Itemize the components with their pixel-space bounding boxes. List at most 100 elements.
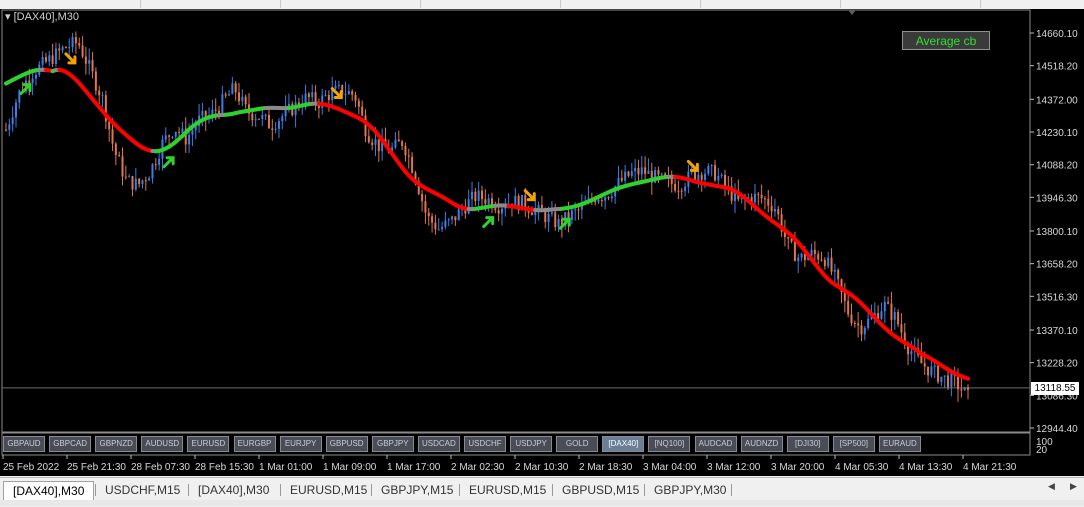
candle-body (131, 176, 133, 189)
price-axis-label: 14230.10 (1036, 128, 1078, 139)
candle-body (714, 165, 716, 180)
symbol-button[interactable]: USDCAD (418, 436, 460, 452)
candle-body (880, 311, 882, 319)
candle-body (48, 55, 50, 61)
candle-body (361, 107, 363, 116)
candle-body (408, 155, 410, 156)
chart-tab[interactable]: GBPUSD,M15 (553, 481, 648, 499)
candle-body (627, 172, 629, 176)
time-axis-label: 25 Feb 21:30 (67, 462, 126, 473)
sell-arrow-icon (525, 191, 534, 200)
candle-body (448, 219, 450, 220)
current-price-tag: 13118.55 (1031, 382, 1079, 395)
symbol-button[interactable]: [DAX40] (602, 436, 644, 452)
horizontal-scrollbar[interactable] (0, 500, 1084, 506)
price-axis-label: 13228.20 (1036, 359, 1078, 370)
price-axis-label: 12944.40 (1036, 424, 1078, 435)
symbol-button[interactable]: [DJI30] (787, 436, 829, 452)
time-axis-label: 2 Mar 10:30 (515, 462, 569, 473)
candle-body (308, 94, 310, 97)
tab-scroll-right-icon[interactable]: ▶ (1070, 482, 1077, 492)
symbol-button[interactable]: AUDUSD (141, 436, 183, 452)
symbol-button[interactable]: GBPCAD (49, 436, 91, 452)
candle-body (218, 111, 220, 113)
symbol-button[interactable]: AUDNZD (741, 436, 783, 452)
symbol-button[interactable]: EURAUD (879, 436, 921, 452)
chart-window[interactable]: 14660.1014518.2014372.0014230.1014088.20… (0, 9, 1084, 476)
symbol-button[interactable]: GBPUSD (326, 436, 368, 452)
candle-body (548, 214, 550, 222)
symbol-button[interactable]: [NQ100] (648, 436, 690, 452)
price-axis-label: 13516.30 (1036, 292, 1078, 303)
candle-body (944, 375, 946, 376)
candle-body (551, 212, 553, 213)
chart-tab[interactable]: EURUSD,M15 (281, 481, 376, 499)
candle-body (787, 237, 789, 239)
time-axis-label: 28 Feb 15:30 (195, 462, 254, 473)
price-axis-label: 14518.20 (1036, 62, 1078, 73)
candle-body (231, 83, 233, 94)
candle-body (777, 209, 779, 214)
price-chart[interactable]: 14660.1014518.2014372.0014230.1014088.20… (0, 9, 1084, 476)
candle-body (607, 197, 609, 198)
symbol-button[interactable]: EURJPY (280, 436, 322, 452)
candle-body (661, 174, 663, 175)
tab-separator (95, 484, 96, 496)
time-axis-label: 1 Mar 17:00 (387, 462, 441, 473)
candle-body (701, 175, 703, 180)
symbol-button[interactable]: EURUSD (187, 436, 229, 452)
candle-body (371, 142, 373, 144)
candle-body (957, 376, 959, 389)
sell-arrow-icon (66, 54, 75, 63)
price-axis-label: 14088.20 (1036, 161, 1078, 172)
candle-body (924, 363, 926, 366)
tab-separator (280, 484, 281, 496)
candle-body (261, 115, 263, 119)
time-axis-label: 3 Mar 12:00 (707, 462, 761, 473)
candle-body (148, 178, 150, 180)
candle-body (128, 176, 130, 177)
candle-body (201, 111, 203, 116)
candle-body (275, 129, 277, 130)
candle-body (165, 135, 167, 139)
sell-arrow-icon (688, 161, 697, 170)
chart-tab[interactable]: GBPJPY,M15 (372, 481, 462, 499)
symbol-button[interactable]: USDJPY (510, 436, 552, 452)
candle-body (474, 192, 476, 201)
candle-body (58, 48, 60, 50)
chart-tab[interactable]: [DAX40],M30 (189, 481, 278, 499)
candle-body (181, 129, 183, 133)
chart-tab[interactable]: [DAX40],M30 (3, 481, 94, 500)
symbol-button[interactable]: EURGBP (234, 436, 276, 452)
candle-body (484, 199, 486, 204)
tab-scroll-left-icon[interactable]: ◀ (1048, 482, 1055, 492)
candle-body (494, 208, 496, 210)
average-cb-button[interactable]: Average cb (902, 31, 990, 50)
candle-body (764, 198, 766, 199)
candle-body (78, 43, 80, 45)
buy-arrow-icon (164, 158, 173, 167)
candle-body (32, 79, 34, 83)
time-axis-label: 3 Mar 04:00 (643, 462, 697, 473)
symbol-button[interactable]: GOLD (556, 436, 598, 452)
time-axis-label: 4 Mar 13:30 (899, 462, 953, 473)
symbol-button[interactable]: [SP500] (833, 436, 875, 452)
candle-body (641, 167, 643, 174)
symbol-button[interactable]: GBPNZD (95, 436, 137, 452)
symbol-button[interactable]: AUDCAD (695, 436, 737, 452)
candle-body (717, 176, 719, 180)
chart-tab[interactable]: EURUSD,M15 (460, 481, 555, 499)
tab-separator (644, 484, 645, 496)
candle-body (697, 175, 699, 181)
candle-body (52, 55, 54, 64)
symbol-button[interactable]: USDCHF (464, 436, 506, 452)
candle-body (558, 219, 560, 227)
chart-tab[interactable]: GBPJPY,M30 (645, 481, 735, 499)
symbol-button[interactable]: GBPJPY (372, 436, 414, 452)
chart-tab[interactable]: USDCHF,M15 (96, 481, 189, 499)
candle-body (684, 187, 686, 191)
candle-body (42, 57, 44, 65)
candle-body (478, 191, 480, 201)
symbol-button[interactable]: GBPAUD (3, 436, 45, 452)
candle-body (328, 95, 330, 100)
